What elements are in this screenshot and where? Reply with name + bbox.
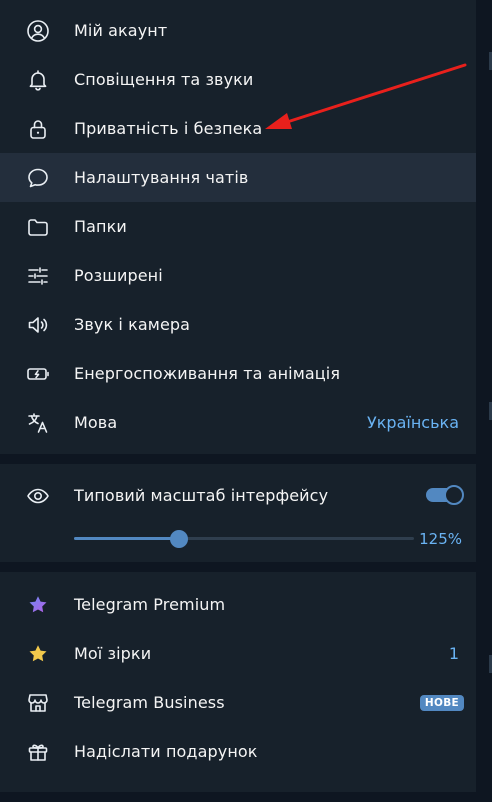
menu-item-advanced[interactable]: Розширені: [0, 251, 476, 300]
menu-item-folders[interactable]: Папки: [0, 202, 476, 251]
bell-icon: [26, 68, 50, 92]
lock-icon: [26, 117, 50, 141]
shop-icon: [26, 691, 50, 715]
menu-item-my-stars[interactable]: Мої зірки 1: [0, 629, 476, 678]
default-scale-toggle[interactable]: [426, 485, 464, 505]
menu-item-label: Сповіщення та звуки: [74, 70, 254, 89]
menu-item-chat-settings[interactable]: Налаштування чатів: [0, 153, 476, 202]
menu-item-label: Мова: [74, 413, 118, 432]
interface-scale-label: Типовий масштаб інтерфейсу: [74, 486, 329, 505]
gold-star-icon: [26, 642, 50, 666]
toggle-knob: [444, 485, 464, 505]
menu-item-telegram-premium[interactable]: Telegram Premium: [0, 580, 476, 629]
menu-item-label: Папки: [74, 217, 127, 236]
interface-scale-row[interactable]: Типовий масштаб інтерфейсу: [0, 471, 476, 520]
menu-item-label: Звук і камера: [74, 315, 191, 334]
premium-star-icon: [26, 593, 50, 617]
menu-item-label: Мої зірки: [74, 644, 152, 663]
folder-icon: [26, 215, 50, 239]
window-edge: [476, 0, 492, 802]
menu-item-language[interactable]: Мова Українська: [0, 398, 476, 447]
section-divider: [0, 562, 476, 572]
stars-count-value: 1: [448, 644, 459, 663]
account-circle-icon: [26, 19, 50, 43]
menu-item-label: Telegram Premium: [74, 595, 226, 614]
battery-icon: [26, 362, 50, 386]
chat-bubble-icon: [26, 166, 50, 190]
menu-item-sound-camera[interactable]: Звук і камера: [0, 300, 476, 349]
new-badge: НОВЕ: [419, 694, 464, 711]
menu-item-telegram-business[interactable]: Telegram Business НОВЕ: [0, 678, 476, 727]
menu-item-privacy[interactable]: Приватність і безпека: [0, 104, 476, 153]
menu-item-label: Налаштування чатів: [74, 168, 249, 187]
settings-panel: Мій акаунт Сповіщення та звуки Приватніс…: [0, 0, 476, 802]
menu-item-label: Енергоспоживання та анімація: [74, 364, 341, 383]
current-language-value: Українська: [367, 413, 459, 432]
sliders-icon: [26, 264, 50, 288]
menu-item-label: Мій акаунт: [74, 21, 168, 40]
menu-item-label: Приватність і безпека: [74, 119, 263, 138]
scale-percent-value: 125%: [419, 530, 462, 548]
gift-icon: [26, 740, 50, 764]
menu-item-send-gift[interactable]: Надіслати подарунок: [0, 727, 476, 776]
menu-item-power-saving[interactable]: Енергоспоживання та анімація: [0, 349, 476, 398]
section-divider: [0, 454, 476, 464]
menu-item-label: Надіслати подарунок: [74, 742, 258, 761]
menu-item-notifications[interactable]: Сповіщення та звуки: [0, 55, 476, 104]
slider-fill: [74, 537, 180, 540]
section-divider: [0, 792, 476, 802]
menu-item-label: Telegram Business: [74, 693, 225, 712]
menu-item-my-account[interactable]: Мій акаунт: [0, 6, 476, 55]
slider-thumb[interactable]: [170, 530, 189, 548]
translate-icon: [26, 411, 50, 435]
menu-item-label: Розширені: [74, 266, 163, 285]
interface-scale-slider[interactable]: [74, 528, 414, 550]
eye-icon: [26, 484, 50, 508]
speaker-icon: [26, 313, 50, 337]
